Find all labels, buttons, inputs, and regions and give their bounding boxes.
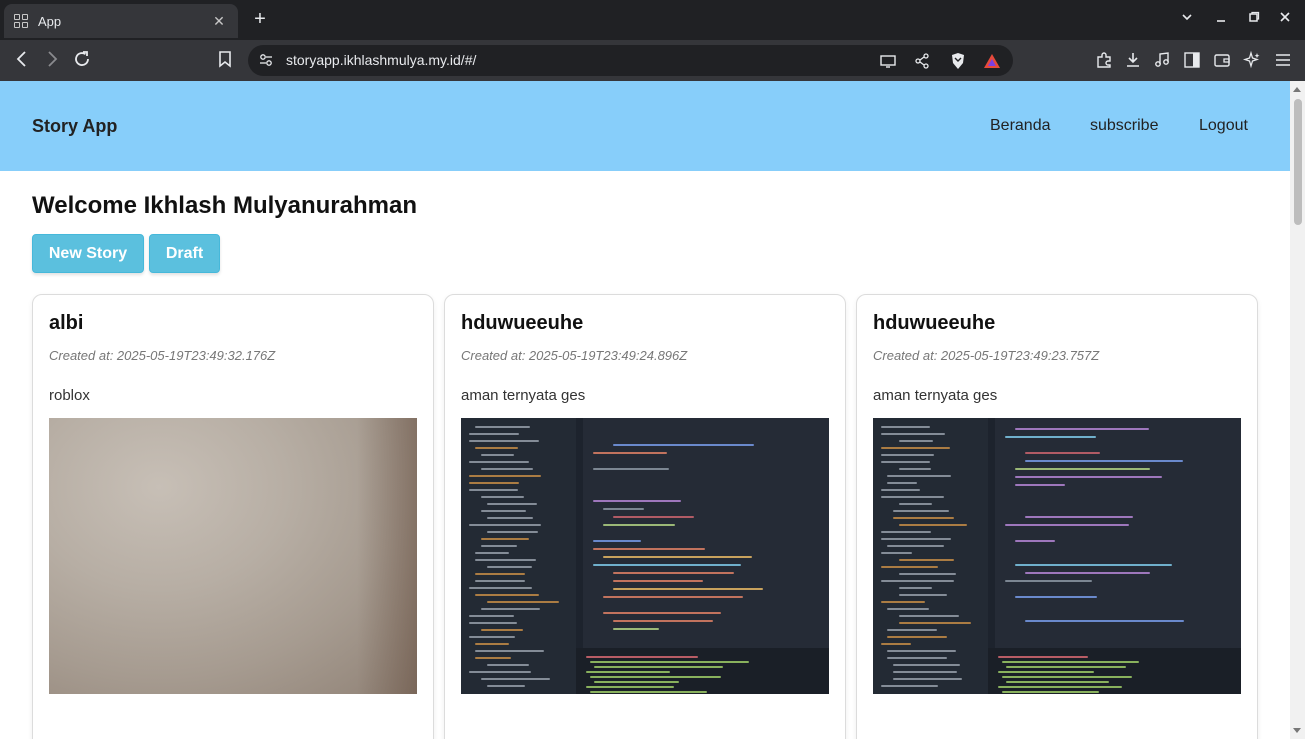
page-scrollbar[interactable] — [1290, 81, 1305, 739]
story-photo — [461, 418, 829, 694]
cast-icon[interactable] — [878, 51, 898, 71]
sidebar-icon[interactable] — [1182, 50, 1202, 70]
scroll-thumb[interactable] — [1294, 99, 1302, 225]
story-created-at: Created at: 2025-05-19T23:49:32.176Z — [49, 348, 276, 363]
story-title: hduwueeuhe — [873, 312, 996, 334]
site-info-icon[interactable] — [258, 52, 274, 68]
tab-list-chevron-icon[interactable] — [1178, 10, 1196, 28]
browser-tab[interactable]: App ✕ — [4, 4, 238, 38]
close-window-icon[interactable] — [1276, 10, 1294, 28]
story-title: albi — [49, 312, 84, 334]
url-text[interactable]: storyapp.ikhlashmulya.my.id/#/ — [286, 52, 476, 68]
scroll-down-arrow-icon[interactable] — [1293, 728, 1301, 733]
back-icon[interactable] — [10, 49, 34, 73]
forward-icon[interactable] — [40, 49, 64, 73]
leo-ai-icon[interactable] — [1242, 50, 1262, 70]
app-grid-icon — [14, 14, 28, 28]
story-card[interactable]: hduwueeuhe Created at: 2025-05-19T23:49:… — [856, 294, 1258, 739]
browser-tab-bar: App ✕ + — [0, 0, 1305, 40]
story-photo — [873, 418, 1241, 694]
media-icon[interactable] — [1152, 50, 1172, 70]
draft-button[interactable]: Draft — [149, 234, 220, 273]
story-description: roblox — [49, 387, 90, 404]
new-story-button[interactable]: New Story — [32, 234, 144, 273]
minimize-icon[interactable] — [1212, 10, 1230, 28]
wallet-icon[interactable] — [1212, 50, 1232, 70]
site-header: Story App Beranda subscribe Logout — [0, 81, 1290, 171]
nav-link-logout[interactable]: Logout — [1199, 117, 1248, 135]
page-viewport: Story App Beranda subscribe Logout Welco… — [0, 81, 1290, 739]
new-tab-button[interactable]: + — [250, 9, 270, 29]
restore-icon[interactable] — [1245, 10, 1263, 28]
close-tab-icon[interactable]: ✕ — [210, 13, 228, 30]
story-description: aman ternyata ges — [461, 387, 586, 404]
welcome-heading: Welcome Ikhlash Mulyanurahman — [32, 192, 417, 219]
bookmark-icon[interactable] — [213, 49, 237, 73]
tab-title: App — [38, 13, 62, 29]
story-card[interactable]: albi Created at: 2025-05-19T23:49:32.176… — [32, 294, 434, 739]
address-bar[interactable]: storyapp.ikhlashmulya.my.id/#/ — [248, 45, 1013, 76]
story-photo — [49, 418, 417, 694]
reload-icon[interactable] — [70, 49, 94, 73]
brave-shields-icon[interactable] — [948, 51, 968, 71]
extensions-icon[interactable] — [1094, 50, 1114, 70]
browser-toolbar: storyapp.ikhlashmulya.my.id/#/ — [0, 40, 1305, 81]
story-created-at: Created at: 2025-05-19T23:49:23.757Z — [873, 348, 1100, 363]
site-brand[interactable]: Story App — [32, 116, 117, 137]
scroll-up-arrow-icon[interactable] — [1293, 87, 1301, 92]
story-title: hduwueeuhe — [461, 312, 584, 334]
story-card[interactable]: hduwueeuhe Created at: 2025-05-19T23:49:… — [444, 294, 846, 739]
nav-link-beranda[interactable]: Beranda — [990, 117, 1051, 135]
nav-link-subscribe[interactable]: subscribe — [1090, 117, 1158, 135]
share-icon[interactable] — [912, 51, 932, 71]
brave-rewards-icon[interactable] — [982, 51, 1002, 71]
menu-icon[interactable] — [1273, 50, 1293, 70]
story-created-at: Created at: 2025-05-19T23:49:24.896Z — [461, 348, 688, 363]
story-description: aman ternyata ges — [873, 387, 998, 404]
downloads-icon[interactable] — [1123, 50, 1143, 70]
